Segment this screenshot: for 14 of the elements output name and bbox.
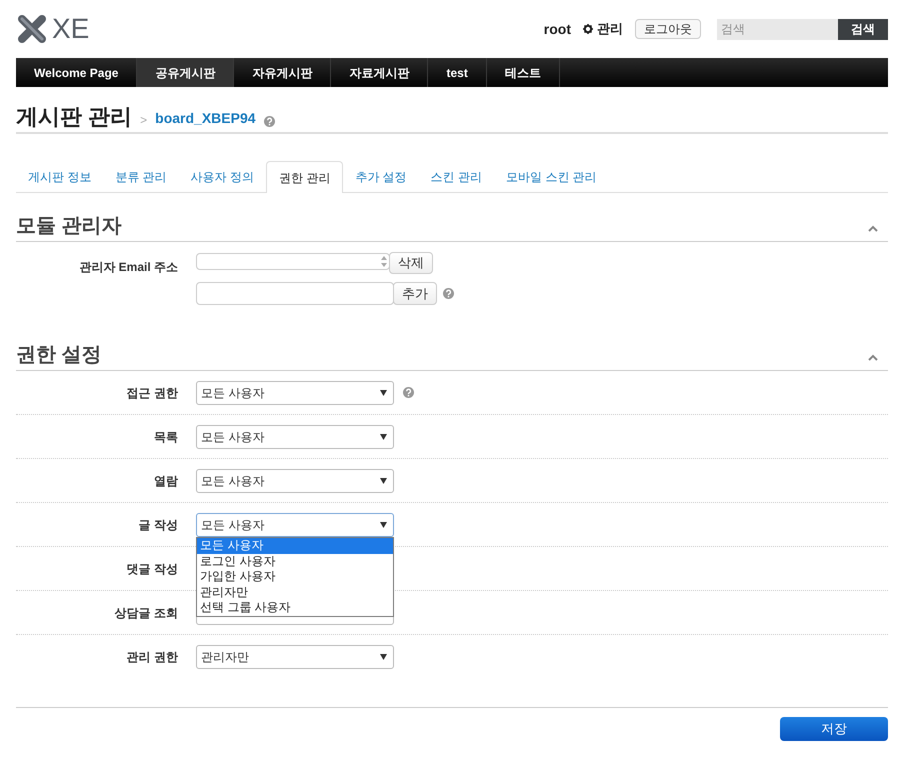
section-title: 모듈 관리자	[16, 214, 122, 239]
field-label: 상담글 조회	[114, 604, 178, 622]
page-title: 게시판 관리	[16, 106, 132, 131]
field-label: 접근 권한	[126, 384, 178, 402]
field-label: 열람	[153, 472, 178, 490]
field-label: 댓글 작성	[126, 560, 178, 578]
field-label: 관리 권한	[126, 649, 178, 666]
logo-text: XE	[52, 15, 90, 43]
breadcrumb-separator: >	[140, 112, 148, 129]
field-label: 목록	[153, 428, 178, 446]
field-label: 관리자 Email 주소	[78, 259, 178, 276]
section-title: 권한 설정	[16, 343, 102, 368]
user-name: root	[544, 20, 571, 38]
field-label: 글 작성	[138, 516, 178, 534]
